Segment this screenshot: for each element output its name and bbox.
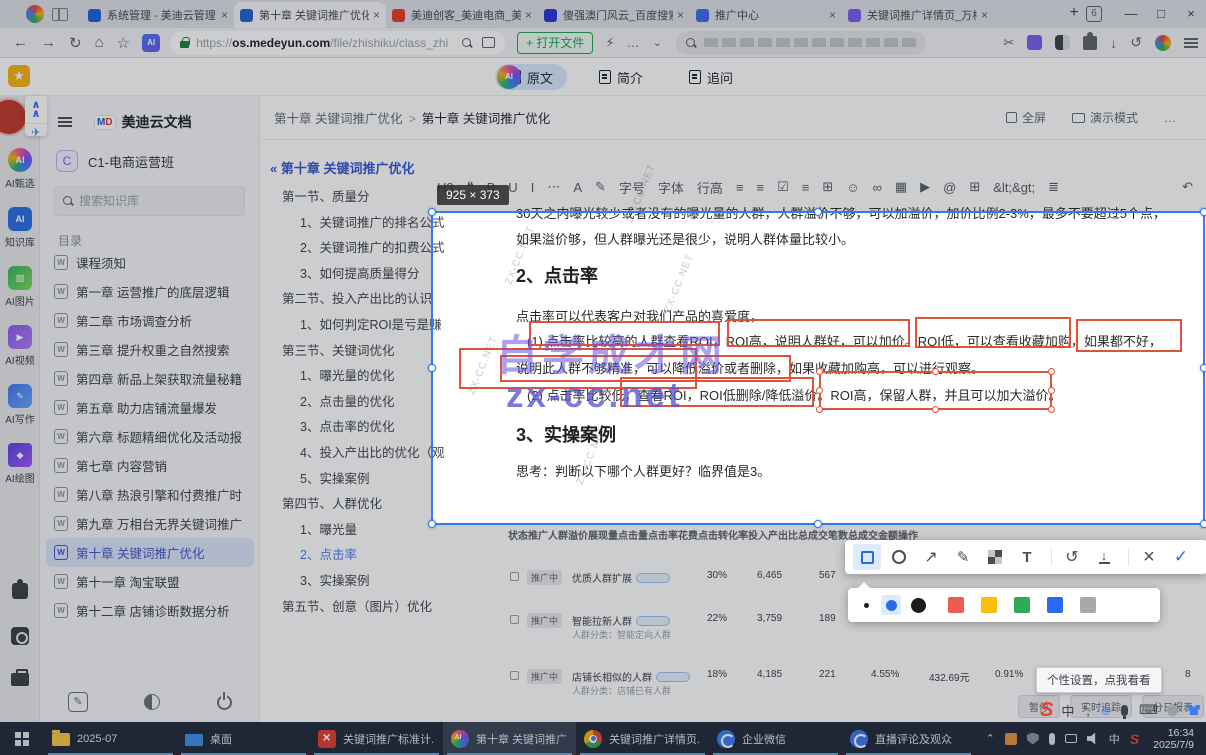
arrow-tool-icon[interactable] — [917, 544, 945, 570]
annotation-toolbar — [845, 540, 1206, 574]
brush-size-small[interactable] — [864, 602, 869, 608]
color-swatch[interactable] — [1080, 597, 1096, 613]
undo-icon[interactable] — [1058, 544, 1086, 570]
profile-icon[interactable] — [1166, 704, 1178, 716]
capture-dim-top — [0, 0, 1206, 212]
brush-size-medium-selected[interactable] — [881, 595, 901, 615]
toolbar-divider — [1051, 548, 1052, 566]
sogou-logo-icon[interactable]: S — [1040, 699, 1053, 722]
pen-tool-icon[interactable] — [949, 544, 977, 570]
ime-tooltip: 个性设置，点我看看 — [1036, 667, 1162, 693]
watermark-url: zx-cc.net — [506, 376, 683, 415]
download-capture-icon[interactable] — [1090, 544, 1118, 570]
capture-dim-left — [0, 212, 432, 525]
mosaic-tool-icon[interactable] — [981, 544, 1009, 570]
skin-icon[interactable] — [1187, 705, 1200, 715]
ime-mode-icon[interactable]: 中 — [1061, 701, 1074, 720]
confirm-capture-icon[interactable] — [1167, 544, 1195, 570]
screen: 系统管理 - 美迪云管理 × 第十章 关键词推广优化 × 美迪创客_美迪电商_美… — [0, 0, 1206, 755]
keyboard-icon[interactable]: ⌨ — [1139, 702, 1158, 718]
watermark-title: 自学成才网 — [496, 332, 727, 379]
palette-swatches — [948, 597, 1146, 613]
color-swatch[interactable] — [1047, 597, 1063, 613]
color-swatch[interactable] — [1014, 597, 1030, 613]
brush-size-large[interactable] — [911, 597, 926, 613]
microphone-icon[interactable] — [1121, 704, 1129, 719]
color-swatch[interactable] — [981, 597, 997, 613]
ime-bar: S 中 ’, ☺ ⌨ ⊞ — [1040, 698, 1206, 722]
toolbar-divider — [1128, 548, 1129, 566]
emoji-icon[interactable]: ☺ — [1099, 703, 1112, 718]
text-tool-icon[interactable] — [1013, 544, 1041, 570]
color-swatch[interactable] — [948, 597, 964, 613]
color-swatch[interactable] — [1113, 597, 1129, 613]
cancel-capture-icon[interactable] — [1135, 544, 1163, 570]
annotation-palette — [848, 582, 1160, 622]
ellipse-tool-icon[interactable] — [885, 544, 913, 570]
rectangle-tool-icon[interactable] — [853, 544, 881, 570]
selection-size-badge: 925 × 373 — [437, 185, 509, 205]
ime-punct-icon[interactable]: ’, — [1083, 703, 1090, 718]
